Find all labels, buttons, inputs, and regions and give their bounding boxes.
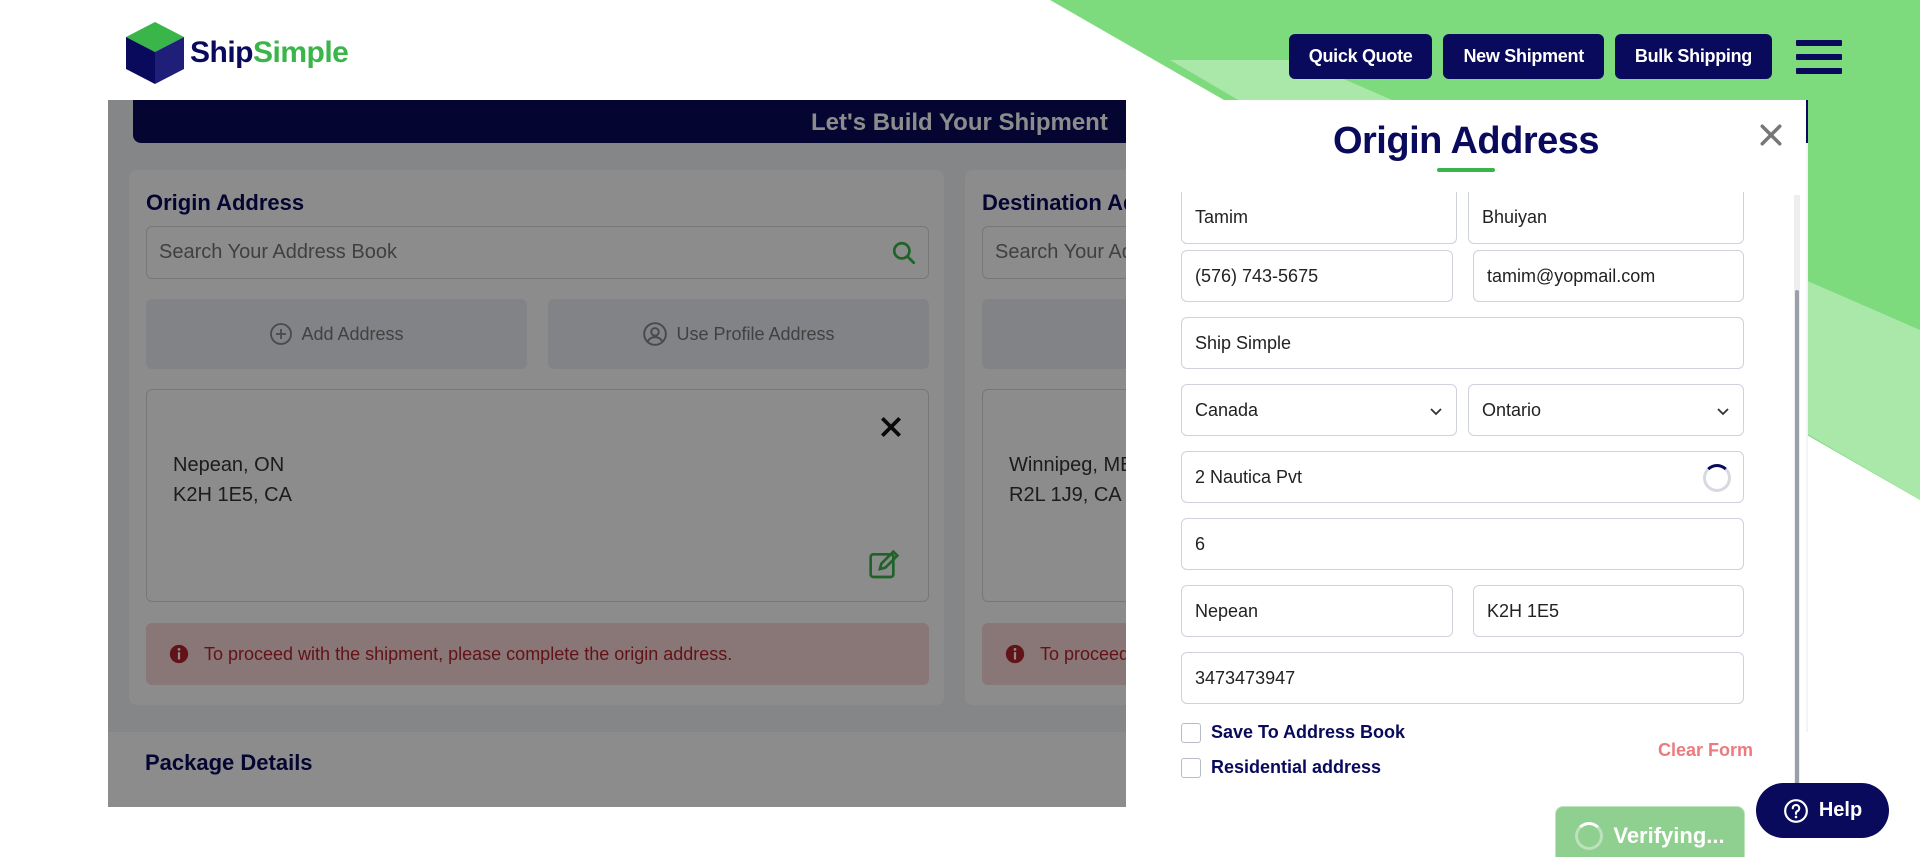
secondary-phone-field[interactable]: 3473473947 [1181,652,1744,704]
hamburger-menu-icon[interactable] [1796,40,1842,74]
company-field[interactable]: Ship Simple [1181,317,1744,369]
drawer-scrollbar-thumb[interactable] [1795,290,1799,807]
save-to-address-book-option[interactable]: Save To Address Book [1181,722,1405,743]
first-name-field[interactable]: Tamim [1181,192,1457,244]
residential-address-checkbox[interactable] [1181,757,1201,778]
modal-backdrop[interactable] [108,100,1126,807]
city-field[interactable]: Nepean [1181,585,1453,637]
title-underline [1437,168,1495,172]
bulk-shipping-button[interactable]: Bulk Shipping [1614,34,1772,79]
question-circle-icon [1783,798,1808,823]
shipsimple-logo[interactable]: ShipSimple [124,20,349,86]
loading-spinner-icon [1703,464,1731,492]
close-icon[interactable] [1756,120,1786,150]
email-field[interactable]: tamim@yopmail.com [1473,250,1744,302]
drawer-title: Origin Address [1332,120,1600,162]
address-line1-field[interactable]: 2 Nautica Pvt [1181,451,1744,503]
chevron-down-icon [1430,408,1442,416]
header-nav: Quick Quote New Shipment Bulk Shipping [1288,34,1772,79]
origin-address-drawer: Origin Address Tamim Bhuiyan (576) 743-5… [1126,100,1806,807]
postal-code-field[interactable]: K2H 1E5 [1473,585,1744,637]
logo-text: ShipSimple [190,36,349,69]
new-shipment-button[interactable]: New Shipment [1443,34,1604,79]
help-button[interactable]: Help [1756,783,1889,838]
top-header: ShipSimple Quick Quote New Shipment Bulk… [0,0,1920,500]
cube-logo-icon [126,22,184,84]
country-select[interactable]: Canada [1181,384,1457,436]
address-line2-field[interactable]: 6 [1181,518,1744,570]
verifying-button[interactable]: Verifying... [1555,806,1745,857]
residential-address-option[interactable]: Residential address [1181,757,1381,778]
save-to-address-book-checkbox[interactable] [1181,722,1201,743]
quick-quote-button[interactable]: Quick Quote [1288,34,1433,79]
province-select[interactable]: Ontario [1468,384,1744,436]
last-name-field[interactable]: Bhuiyan [1468,192,1744,244]
phone-field[interactable]: (576) 743-5675 [1181,250,1453,302]
clear-form-link[interactable]: Clear Form [1658,740,1753,761]
chevron-down-icon [1717,408,1729,416]
loading-spinner-icon [1575,822,1604,850]
